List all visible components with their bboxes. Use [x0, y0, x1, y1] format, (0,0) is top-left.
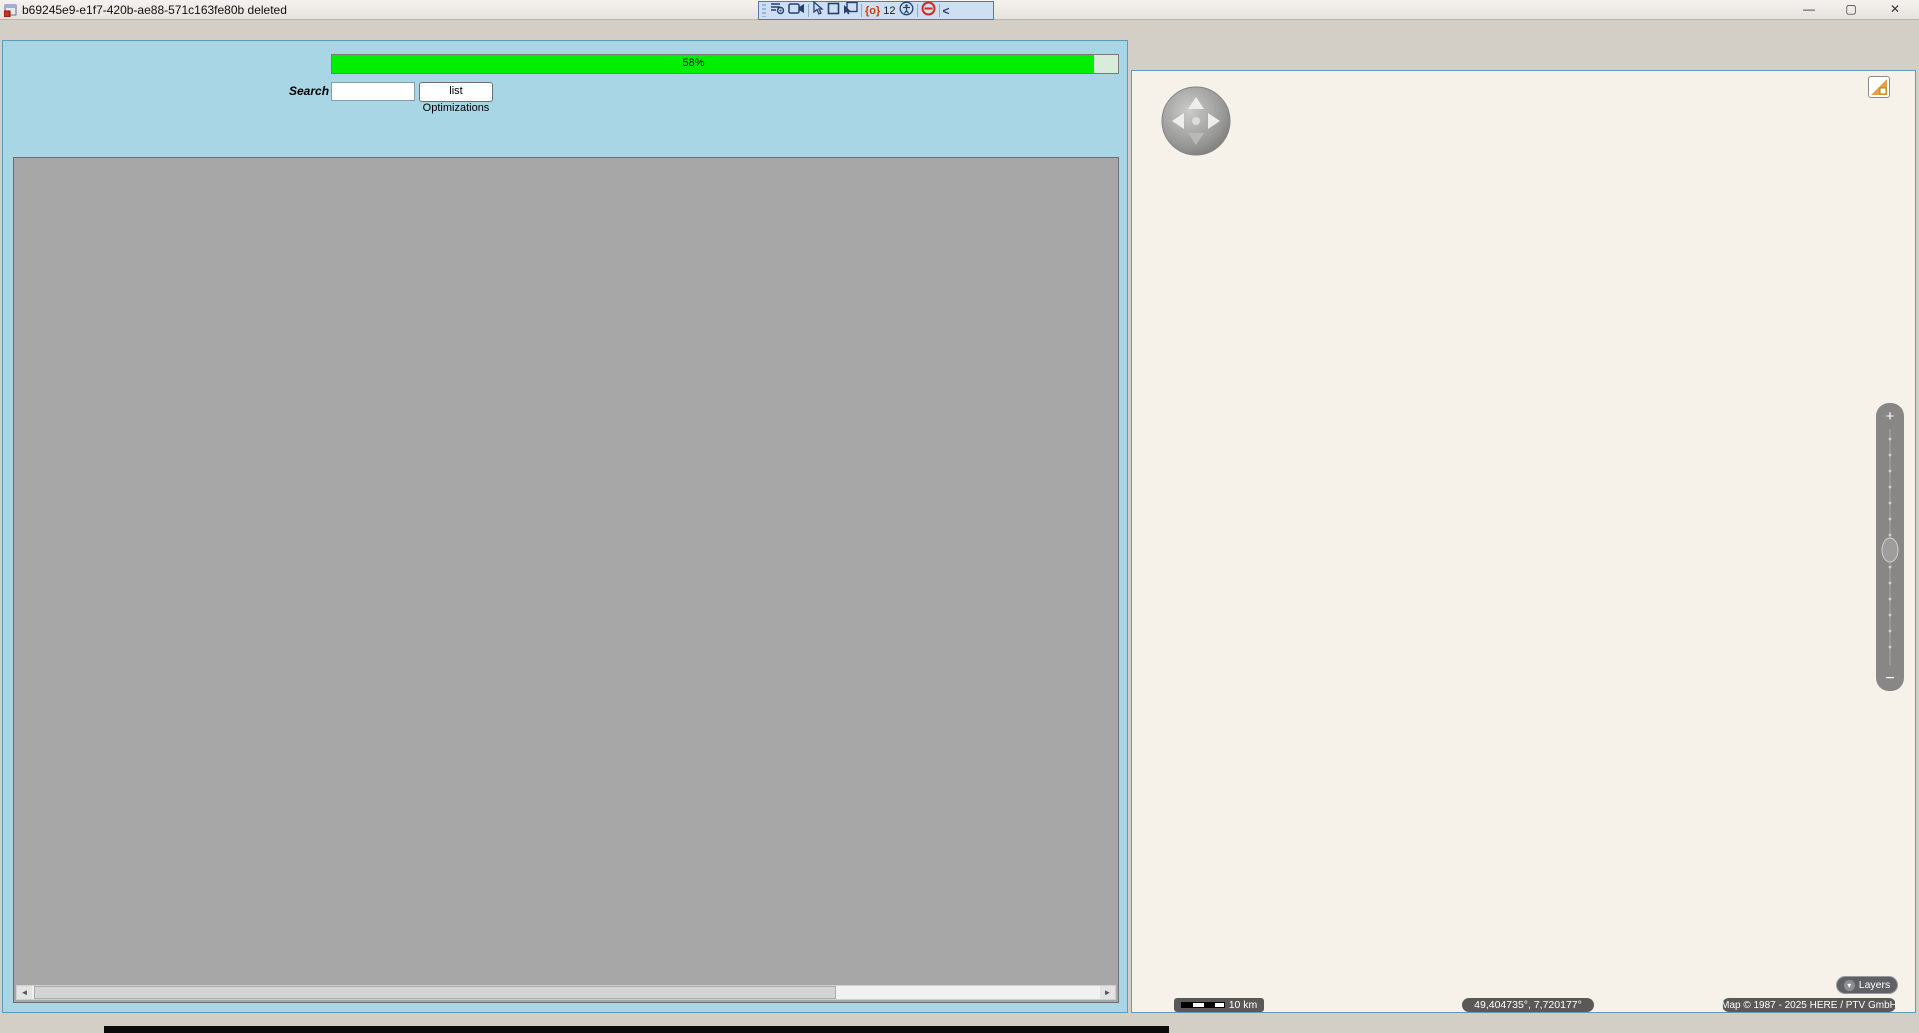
minimize-button[interactable]: — [1790, 0, 1828, 19]
map-zoom-slider[interactable]: + − [1876, 403, 1904, 696]
debug-toolbar: {o} 12 < [758, 0, 994, 21]
search-label: Search [289, 84, 330, 98]
pointer-icon[interactable] [812, 0, 824, 20]
map-attribution: Map © 1987 - 2025 HERE / PTV GmbH [1721, 998, 1897, 1012]
scale-label: 10 km [1228, 999, 1258, 1011]
layers-label: Layers [1858, 979, 1891, 991]
overview-map-toggle-icon[interactable] [1868, 76, 1890, 98]
scrollbar-thumb[interactable] [34, 986, 836, 999]
breakpoint-icon: {o} [865, 4, 881, 17]
accessibility-icon[interactable] [899, 1, 914, 21]
camera-icon[interactable] [788, 2, 805, 20]
collapse-chevron-icon[interactable]: < [943, 4, 950, 18]
search-input[interactable] [331, 82, 415, 101]
no-entry-icon[interactable] [921, 1, 936, 21]
cursor-coordinates: 49,404735°, 7,720177° [1462, 998, 1594, 1012]
routes-grid: ◄ ► [13, 157, 1119, 1003]
progress-label: 58% [682, 57, 705, 69]
scale-segments [1180, 1002, 1225, 1008]
map-scale: 10 km [1174, 998, 1264, 1012]
map-pan-control[interactable] [1160, 85, 1232, 162]
maximize-button[interactable]: ▢ [1832, 0, 1870, 19]
window-title: b69245e9-e1f7-420b-ae88-571c163fe80b del… [22, 3, 287, 17]
scroll-left-arrow-icon[interactable]: ◄ [17, 986, 32, 999]
scroll-right-arrow-icon[interactable]: ► [1100, 986, 1115, 999]
horizontal-scrollbar[interactable]: ◄ ► [16, 985, 1116, 1000]
optiflow-panel: 58% Search list Optimizations ◄ ► [2, 40, 1128, 1013]
list-optimizations-button[interactable]: list Optimizations [419, 82, 493, 114]
toolbar-grip-icon[interactable] [762, 4, 766, 17]
zoom-in-icon: + [1886, 408, 1895, 425]
menu-tab-strip [0, 20, 1919, 39]
application-window: b69245e9-e1f7-420b-ae88-571c163fe80b del… [0, 0, 1919, 1033]
map-panel: + − 10 km 49,404735°, 7,720177° Map © 19… [1130, 40, 1918, 1013]
zoom-slider-thumb[interactable] [1881, 537, 1899, 563]
list-settings-icon[interactable] [769, 1, 785, 20]
breakpoint-count: 12 [883, 4, 896, 17]
close-button[interactable]: ✕ [1876, 0, 1914, 19]
optimization-progress-bar: 58% [331, 54, 1119, 74]
select-frame-icon[interactable] [827, 2, 840, 20]
map-viewport[interactable]: + − 10 km 49,404735°, 7,720177° Map © 19… [1131, 70, 1916, 1013]
window-bottom-edge [104, 1026, 1169, 1033]
layers-icon: ▾ [1843, 979, 1855, 991]
map-canvas[interactable] [1132, 71, 1916, 1013]
zoom-out-icon: − [1885, 670, 1894, 687]
pointer-frame-icon[interactable] [843, 1, 858, 20]
layers-button[interactable]: ▾ Layers [1836, 976, 1898, 994]
window-titlebar: b69245e9-e1f7-420b-ae88-571c163fe80b del… [0, 0, 1919, 20]
